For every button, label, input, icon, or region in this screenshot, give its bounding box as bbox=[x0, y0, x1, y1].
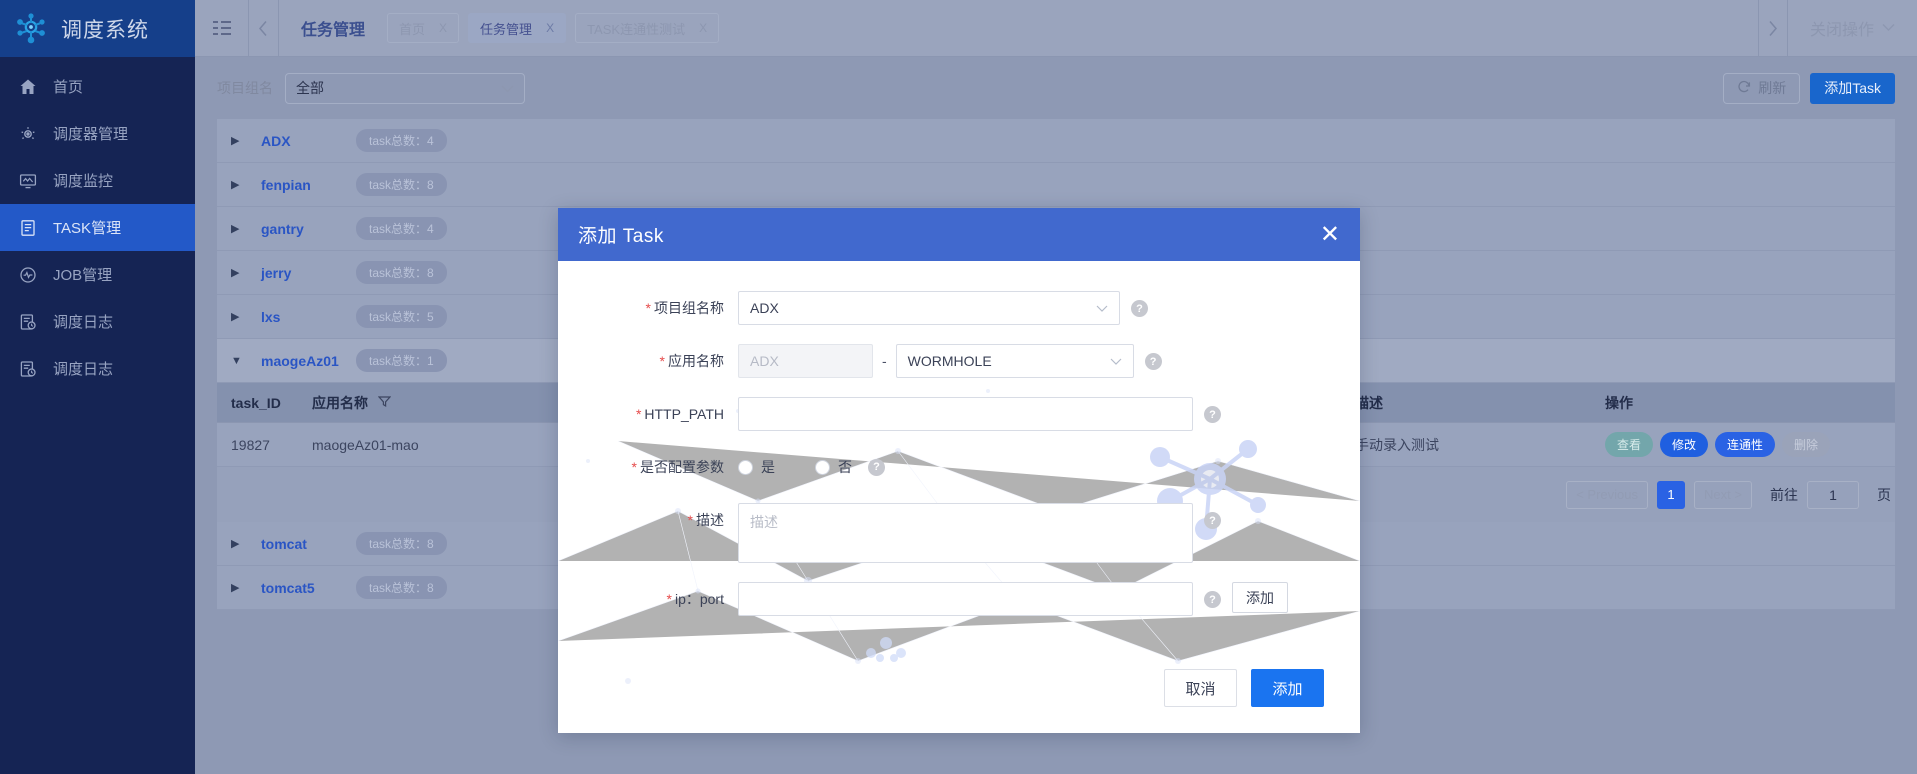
app-name-separator: - bbox=[882, 353, 887, 369]
config-params-label: * 是否配置参数 bbox=[558, 450, 738, 484]
app-name-prefix-value: ADX bbox=[750, 353, 779, 369]
dialog-title: 添加 Task bbox=[578, 226, 664, 247]
help-icon[interactable]: ? bbox=[1204, 512, 1221, 529]
radio-yes-label: 是 bbox=[761, 459, 775, 475]
help-icon[interactable]: ? bbox=[1144, 353, 1162, 370]
ip-port-label-text: ip：port bbox=[674, 591, 724, 607]
app-name-label: * 应用名称 bbox=[558, 344, 738, 378]
form-row-config-params: * 是否配置参数 是 否 ? bbox=[558, 450, 1360, 484]
dialog-body: * 项目组名称 ADX ? * 应用名称 ADX - WORMHOLE ? * … bbox=[558, 261, 1360, 733]
help-icon[interactable]: ? bbox=[1204, 406, 1221, 423]
required-marker: * bbox=[659, 353, 665, 369]
help-icon[interactable]: ? bbox=[868, 458, 885, 476]
project-group-select[interactable]: ADX bbox=[738, 291, 1120, 325]
required-marker: * bbox=[635, 406, 642, 422]
radio-yes[interactable] bbox=[738, 459, 753, 475]
confirm-button[interactable]: 添加 bbox=[1251, 669, 1324, 707]
chevron-down-icon bbox=[1110, 354, 1122, 368]
help-icon[interactable]: ? bbox=[1204, 591, 1221, 608]
required-marker: * bbox=[666, 591, 672, 607]
dialog-header: 添加 Task ✕ bbox=[558, 208, 1360, 261]
project-group-label: * 项目组名称 bbox=[558, 291, 738, 325]
dialog-footer: 取消 添加 bbox=[1164, 669, 1324, 707]
required-marker: * bbox=[687, 512, 693, 528]
modal-overlay: 添加 Task ✕ * 项目组名称 ADX ? * 应用名称 ADX - WOR… bbox=[0, 0, 1917, 774]
required-marker: * bbox=[645, 300, 651, 316]
project-group-label-text: 项目组名称 bbox=[654, 300, 724, 316]
config-params-radio-group: 是 否 ? bbox=[738, 450, 885, 484]
project-group-value: ADX bbox=[750, 300, 779, 316]
cancel-button[interactable]: 取消 bbox=[1164, 669, 1237, 707]
help-icon[interactable]: ? bbox=[1131, 300, 1148, 317]
chevron-down-icon bbox=[1096, 301, 1108, 315]
http-path-label-text: HTTP_PATH bbox=[644, 406, 724, 422]
app-name-suffix-value: WORMHOLE bbox=[907, 353, 992, 369]
description-textarea[interactable] bbox=[738, 503, 1193, 563]
ip-port-input[interactable] bbox=[738, 582, 1193, 616]
config-params-label-text: 是否配置参数 bbox=[640, 459, 724, 475]
radio-no[interactable] bbox=[815, 459, 830, 475]
add-ip-port-button[interactable]: 添加 bbox=[1232, 582, 1288, 613]
http-path-input[interactable] bbox=[738, 397, 1193, 431]
http-path-label: * HTTP_PATH bbox=[558, 397, 738, 431]
form-row-app-name: * 应用名称 ADX - WORMHOLE ? bbox=[558, 344, 1360, 378]
radio-no-label: 否 bbox=[838, 459, 852, 475]
add-task-dialog: 添加 Task ✕ * 项目组名称 ADX ? * 应用名称 ADX - WOR… bbox=[558, 208, 1360, 733]
close-icon[interactable]: ✕ bbox=[1320, 222, 1340, 247]
description-label: * 描述 bbox=[558, 503, 738, 537]
form-row-description: *描述 ? bbox=[558, 503, 1360, 563]
required-marker: * bbox=[631, 459, 637, 475]
form-row-http-path: * HTTP_PATH ? bbox=[558, 397, 1360, 431]
app-name-label-text: 应用名称 bbox=[668, 353, 724, 369]
form-row-project-group: * 项目组名称 ADX ? bbox=[558, 291, 1360, 325]
app-name-prefix-input: ADX bbox=[738, 344, 873, 378]
ip-port-label: * ip：port bbox=[558, 582, 738, 616]
app-root: 调度系统 首页 调度器管理 调度监控 TASK管理 JOB管理 调度日志 调度日… bbox=[0, 0, 1917, 774]
add-task-form: * 项目组名称 ADX ? * 应用名称 ADX - WORMHOLE ? * … bbox=[558, 261, 1360, 616]
app-name-suffix-select[interactable]: WORMHOLE bbox=[895, 344, 1134, 378]
description-label-text: 描述 bbox=[696, 512, 724, 528]
form-row-ip-port: * ip：port ? 添加 bbox=[558, 582, 1360, 616]
